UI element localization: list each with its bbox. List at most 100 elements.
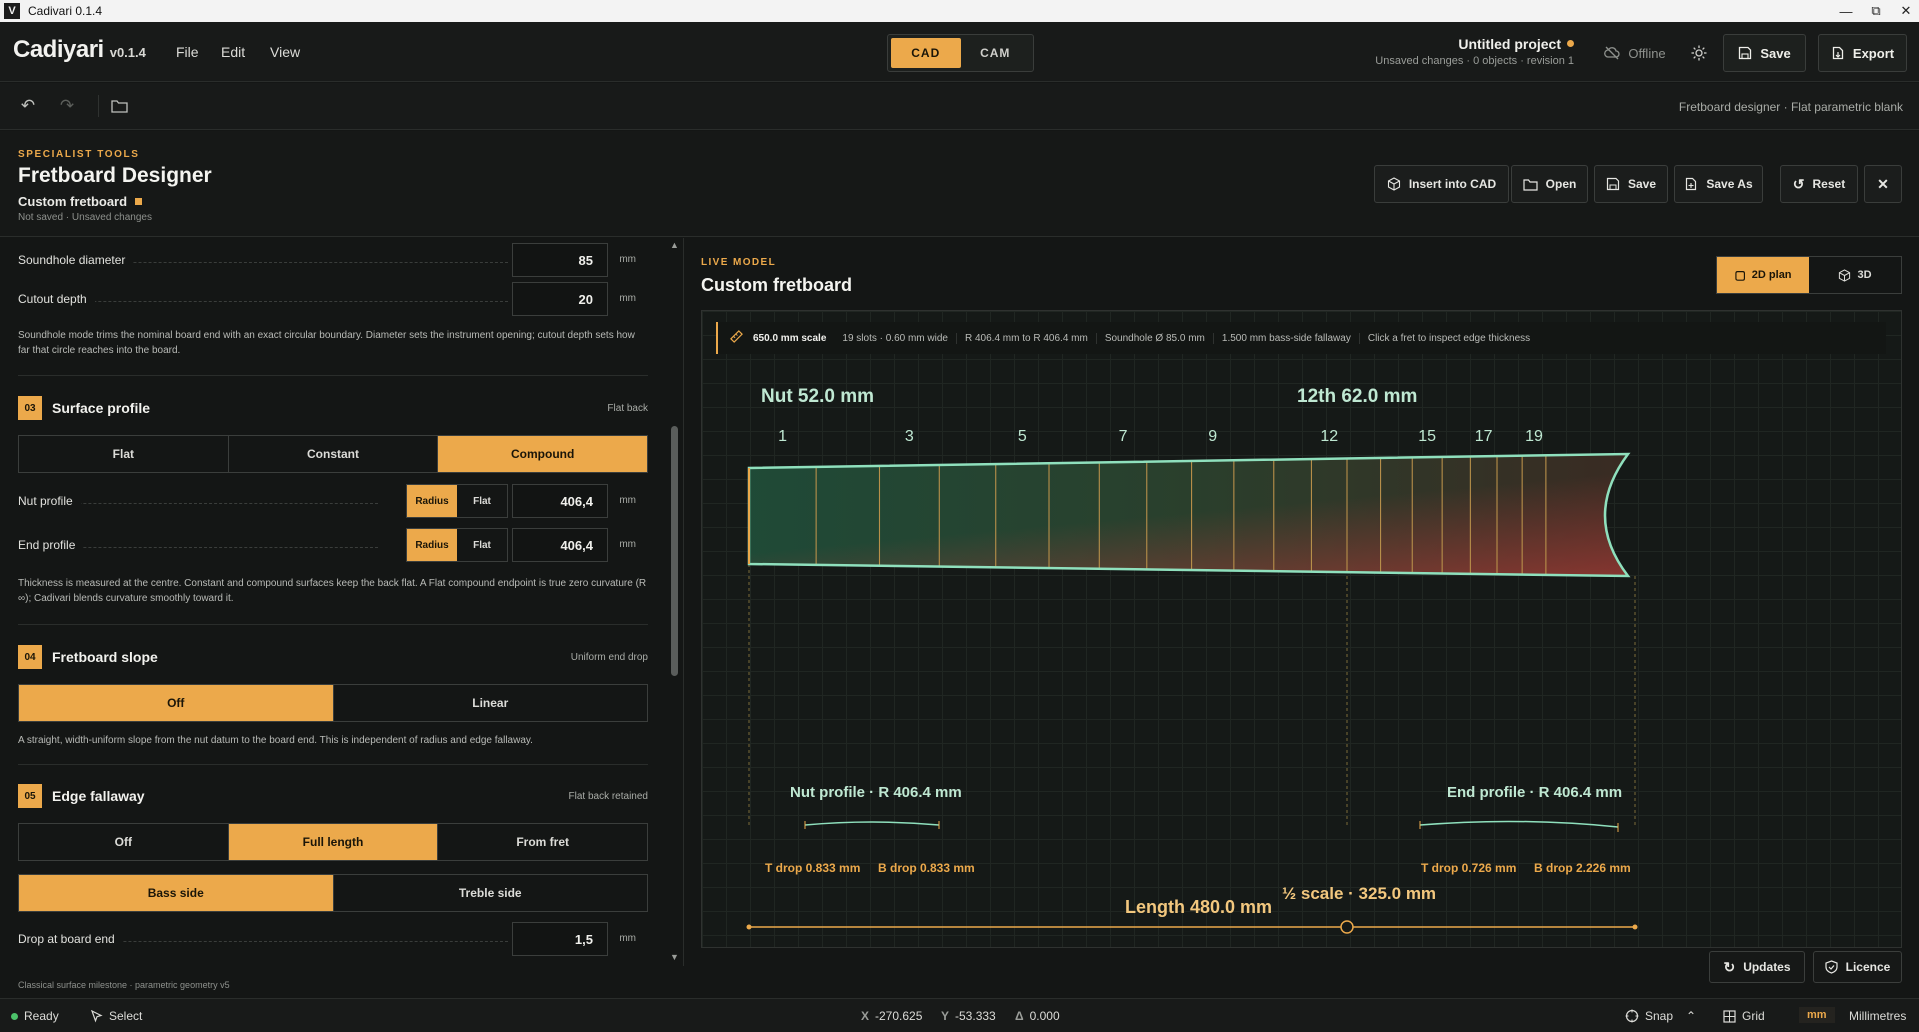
section-number: 03 xyxy=(18,396,42,420)
licence-button[interactable]: Licence xyxy=(1813,951,1902,983)
delta-label: Δ xyxy=(1015,1009,1024,1023)
slope-off-option[interactable]: Off xyxy=(19,685,334,721)
unit-label: mm xyxy=(619,293,636,304)
nut-radius-option[interactable]: Radius xyxy=(407,485,457,517)
end-profile-label: End profile · R 406.4 mm xyxy=(1447,784,1622,801)
model-info-bar: 650.0 mm scale 19 slots · 0.60 mm wide R… xyxy=(716,322,1886,354)
file-plus-icon xyxy=(1686,177,1697,191)
nut-profile-type: Radius Flat xyxy=(406,484,508,518)
end-profile-label: End profile xyxy=(18,538,84,552)
save-as-button[interactable]: Save As xyxy=(1674,165,1763,203)
save-fretboard-button[interactable]: Save xyxy=(1594,165,1668,203)
scroll-thumb[interactable] xyxy=(671,426,678,676)
reset-button[interactable]: ↺ Reset xyxy=(1780,165,1858,203)
panel-footer: Classical surface milestone · parametric… xyxy=(18,980,230,990)
fret-number: 15 xyxy=(1418,428,1436,445)
cloud-off-icon xyxy=(1604,46,1620,60)
page-title: Fretboard Designer xyxy=(18,164,212,187)
cutout-depth-input[interactable]: 20 xyxy=(512,282,608,316)
unit-label: mm xyxy=(619,539,636,550)
slope-linear-option[interactable]: Linear xyxy=(334,685,648,721)
save-project-button[interactable]: Save xyxy=(1723,34,1806,72)
drop-label: Drop at board end xyxy=(18,932,123,946)
grid-toggle[interactable]: Grid xyxy=(1723,1009,1765,1023)
end-b-drop: B drop 2.226 mm xyxy=(1534,861,1631,875)
soundhole-diameter-label: Soundhole diameter xyxy=(18,253,134,267)
view-2d-button[interactable]: ▢ 2D plan xyxy=(1717,257,1809,293)
app-name: Cadiyari xyxy=(13,36,104,63)
open-button[interactable]: Open xyxy=(1511,165,1588,203)
end-radius-option[interactable]: Radius xyxy=(407,529,457,561)
close-window-icon[interactable]: ✕ xyxy=(1886,0,1919,22)
surface-flat-option[interactable]: Flat xyxy=(19,436,229,472)
export-button[interactable]: Export xyxy=(1818,34,1907,72)
chevron-up-icon[interactable]: ⌃ xyxy=(1686,1009,1696,1023)
drop-input[interactable]: 1,5 xyxy=(512,922,608,956)
floppy-icon xyxy=(1606,177,1620,191)
surface-compound-option[interactable]: Compound xyxy=(438,436,648,472)
end-radius-input[interactable]: 406,4 xyxy=(512,528,608,562)
mode-cam-button[interactable]: CAM xyxy=(961,38,1031,68)
menu-file[interactable]: File xyxy=(176,44,199,60)
status-ready: Ready xyxy=(11,1009,59,1023)
inspect-hint: Click a fret to inspect edge thickness xyxy=(1367,332,1531,344)
fallaway-from-fret-option[interactable]: From fret xyxy=(438,824,647,860)
end-profile-row: End profile Radius Flat 406,4 mm xyxy=(18,528,648,564)
nut-radius-input[interactable]: 406,4 xyxy=(512,484,608,518)
nut-profile-row: Nut profile Radius Flat 406,4 mm xyxy=(18,484,648,520)
folder-open-icon[interactable] xyxy=(106,93,132,119)
section-divider xyxy=(18,764,648,765)
menu-view[interactable]: View xyxy=(270,44,300,60)
half-scale-marker[interactable] xyxy=(1340,920,1354,934)
soundhole-diameter-input[interactable]: 85 xyxy=(512,243,608,277)
toolbar-divider xyxy=(98,95,99,117)
fallaway-full-length-option[interactable]: Full length xyxy=(228,824,439,860)
save-as-label: Save As xyxy=(1706,177,1753,191)
panel-scrollbar[interactable]: ▲ ▼ xyxy=(669,238,681,966)
theme-toggle[interactable] xyxy=(1682,34,1716,72)
fret-number: 12 xyxy=(1320,428,1338,445)
square-icon: ▢ xyxy=(1734,268,1746,282)
treble-side-option[interactable]: Treble side xyxy=(334,875,648,911)
redo-icon[interactable]: ↷ xyxy=(54,93,80,119)
snap-toggle[interactable]: Snap xyxy=(1625,1009,1673,1023)
undo-icon[interactable]: ↶ xyxy=(15,93,41,119)
drawing-canvas[interactable]: Nut 52.0 mm 12th 62.0 mm 1 3 5 7 9 12 15 17 19 N… xyxy=(701,310,1902,948)
select-tool[interactable]: Select xyxy=(90,1009,142,1023)
scroll-down-icon[interactable]: ▼ xyxy=(670,952,679,962)
close-designer-button[interactable]: ✕ xyxy=(1864,165,1902,203)
delta-value: 0.000 xyxy=(1029,1009,1060,1023)
cursor-delta: Δ 0.000 xyxy=(1015,1009,1060,1023)
edge-fallaway-section: 05 Edge fallaway Flat back retained xyxy=(18,784,648,810)
section-number: 05 xyxy=(18,784,42,808)
fallaway-off-option[interactable]: Off xyxy=(19,824,229,860)
view-3d-button[interactable]: 3D xyxy=(1809,257,1901,293)
project-info: Untitled project Unsaved changes · 0 obj… xyxy=(1375,36,1574,67)
app-brand: Cadiyari v0.1.4 xyxy=(13,36,146,64)
nut-flat-option[interactable]: Flat xyxy=(457,485,507,517)
fret-number: 5 xyxy=(1018,428,1027,445)
end-flat-option[interactable]: Flat xyxy=(457,529,507,561)
unit-selector[interactable]: mm xyxy=(1799,1007,1835,1023)
dimension-end xyxy=(746,924,752,930)
fret-number: 7 xyxy=(1119,428,1128,445)
x-value: -270.625 xyxy=(875,1009,923,1023)
insert-into-cad-button[interactable]: Insert into CAD xyxy=(1374,165,1509,203)
surface-constant-option[interactable]: Constant xyxy=(229,436,439,472)
updates-button[interactable]: ↻ Updates xyxy=(1709,951,1805,983)
offline-indicator[interactable]: Offline xyxy=(1590,34,1680,72)
top-bar: Cadiyari v0.1.4 File Edit View CAD CAM Un… xyxy=(0,22,1919,82)
bass-side-option[interactable]: Bass side xyxy=(19,875,334,911)
fretboard-drawing[interactable]: Nut 52.0 mm 12th 62.0 mm 1 3 5 7 9 12 15 17 19 N… xyxy=(702,311,1902,948)
save-fretboard-label: Save xyxy=(1627,177,1657,191)
mode-cad-button[interactable]: CAD xyxy=(891,38,961,68)
unit-badge: mm xyxy=(1799,1007,1835,1023)
menu-edit[interactable]: Edit xyxy=(221,44,245,60)
scroll-up-icon[interactable]: ▲ xyxy=(670,240,679,250)
nut-b-drop: B drop 0.833 mm xyxy=(878,861,975,875)
section-title: Surface profile xyxy=(52,400,151,416)
cursor-y: Y -53.333 xyxy=(941,1009,996,1023)
section-title: Edge fallaway xyxy=(52,788,145,804)
end-profile-arc xyxy=(1419,820,1619,828)
updates-label: Updates xyxy=(1743,960,1791,974)
